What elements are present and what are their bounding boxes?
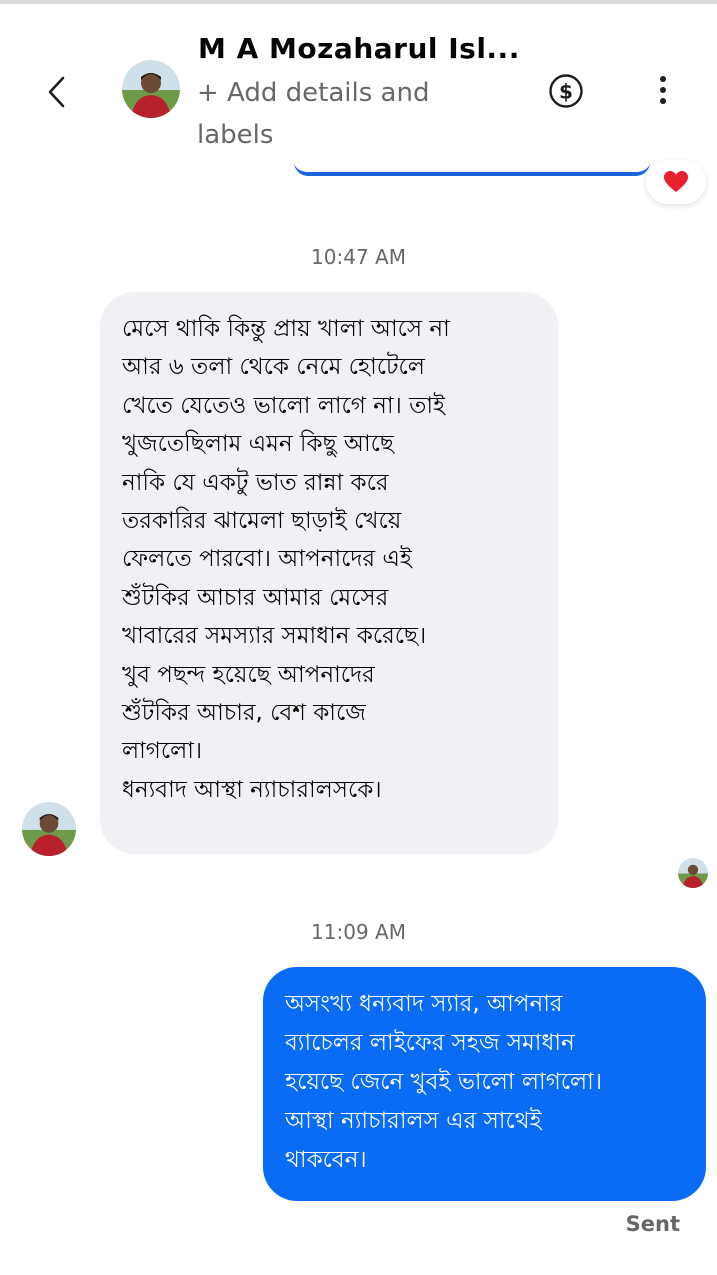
incoming-message-bubble[interactable]: মেসে থাকি কিন্তু প্রায় খালা আসে না আর ৬…	[100, 292, 558, 854]
outgoing-message-bubble[interactable]: অসংখ্য ধন্যবাদ স্যার, আপনার ব্যাচেলর লাই…	[263, 967, 706, 1201]
message-timestamp: 11:09 AM	[311, 920, 406, 944]
sender-avatar[interactable]	[22, 802, 76, 856]
chevron-left-icon	[48, 76, 65, 108]
add-details-link[interactable]: + Add details and labels	[197, 72, 457, 156]
reaction-heart[interactable]	[646, 160, 706, 204]
payment-button[interactable]: $	[548, 73, 584, 109]
seen-receipt-avatar	[678, 858, 708, 888]
chat-header: M A Mozaharul Isl... + Add details and l…	[0, 4, 717, 154]
svg-text:$: $	[559, 80, 573, 104]
message-timestamp: 10:47 AM	[311, 245, 406, 269]
contact-name[interactable]: M A Mozaharul Isl...	[198, 32, 519, 65]
back-button[interactable]	[36, 66, 76, 118]
dollar-circle-icon: $	[549, 74, 583, 108]
heart-icon	[664, 171, 688, 192]
previous-message-bubble[interactable]	[294, 156, 650, 176]
more-options-button[interactable]	[646, 70, 680, 110]
delivery-status: Sent	[625, 1212, 680, 1236]
more-vertical-icon	[660, 76, 666, 82]
contact-avatar[interactable]	[122, 60, 180, 118]
